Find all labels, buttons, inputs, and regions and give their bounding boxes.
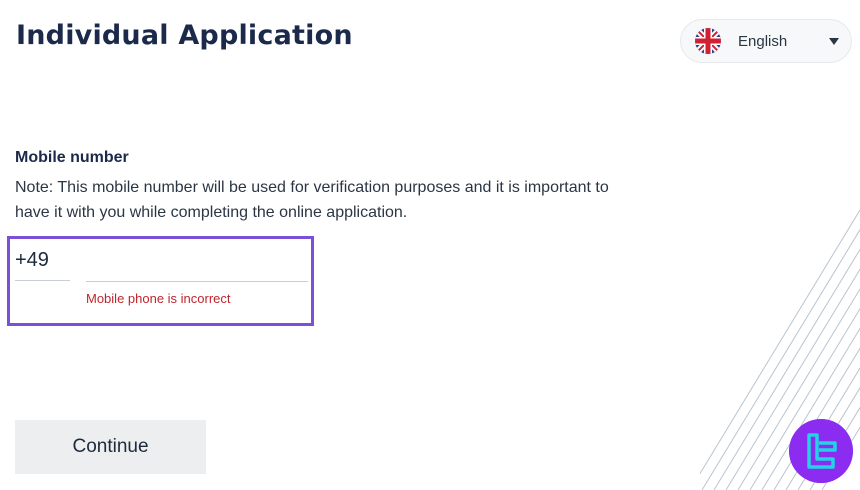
phone-error-message: Mobile phone is incorrect — [86, 291, 231, 306]
language-label: English — [738, 33, 788, 50]
mobile-number-label: Mobile number — [15, 149, 129, 166]
page-title: Individual Application — [16, 20, 353, 51]
language-select[interactable]: English — [680, 19, 852, 63]
mobile-number-input[interactable] — [86, 249, 308, 282]
verification-note: Note: This mobile number will be used fo… — [15, 179, 609, 221]
brand-logo-icon — [789, 419, 853, 483]
phone-field-group: +49 Mobile phone is incorrect — [7, 236, 314, 326]
chevron-down-icon — [829, 38, 839, 45]
uk-flag-icon — [695, 28, 721, 54]
country-code-select[interactable]: +49 — [15, 249, 70, 281]
continue-button[interactable]: Continue — [15, 420, 206, 474]
